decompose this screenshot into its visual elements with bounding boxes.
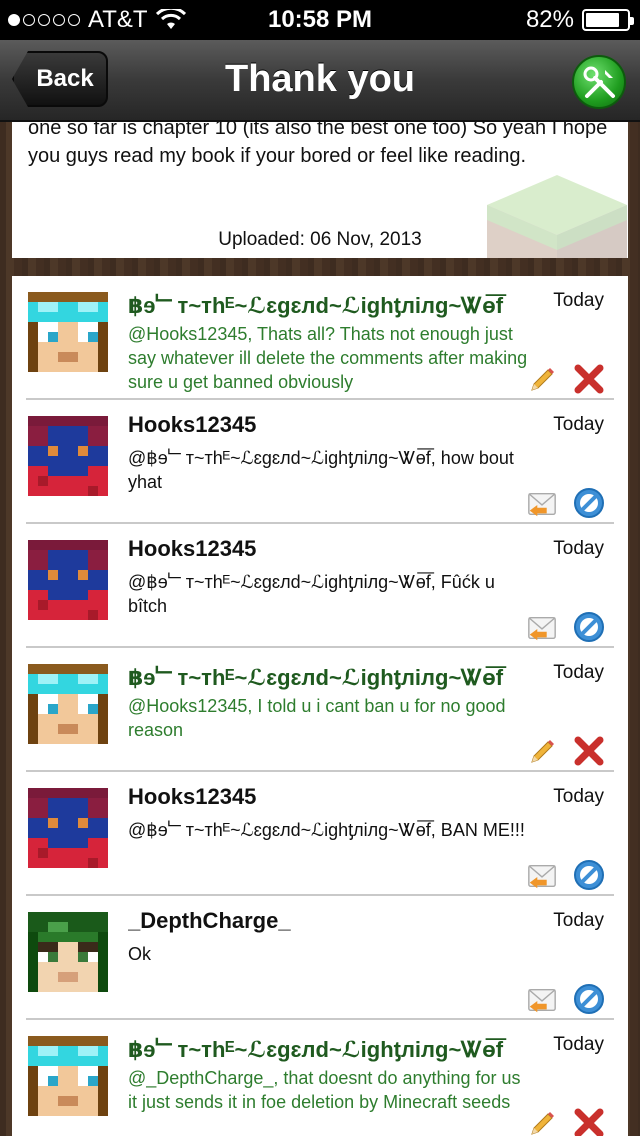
comment-row[interactable]: Hooks12345 Today @฿ɘ﹂ᴛ~ᴛhᴱ~ℒɛgɛлd~ℒighƫлiл… (12, 400, 628, 524)
comment-author[interactable]: ฿ɘ﹂ᴛ~ᴛhᴱ~ℒɛgɛлd~ℒighƫлiлg~Ꮤɵ͞f (128, 660, 538, 692)
comment-row[interactable]: ฿ɘ﹂ᴛ~ᴛhᴱ~ℒɛgɛлd~ℒighƫлiлg~Ꮤɵ͞f Today @Hook… (12, 276, 628, 400)
comment-author[interactable]: _DepthCharge_ (128, 908, 538, 934)
comment-text: @Hooks12345, I told u i cant ban u for n… (128, 696, 506, 740)
comment-row[interactable]: ฿ɘ﹂ᴛ~ᴛhᴱ~ℒɛgɛлd~ℒighƫлiлg~Ꮤɵ͞f Today @Hook… (12, 648, 628, 772)
comment-text: @Hooks12345, Thats all? Thats not enough… (128, 324, 528, 392)
navigation-bar: Back Thank you (0, 40, 640, 122)
reply-button[interactable] (526, 612, 558, 644)
block-button[interactable] (572, 486, 606, 520)
tools-icon (583, 66, 615, 98)
comment-time: Today (553, 662, 604, 683)
reply-button[interactable] (526, 860, 558, 892)
comment-author[interactable]: Hooks12345 (128, 784, 538, 810)
avatar[interactable] (28, 788, 108, 868)
edit-button[interactable] (526, 736, 558, 768)
comment-author[interactable]: ฿ɘ﹂ᴛ~ᴛhᴱ~ℒɛgɛлd~ℒighƫлiлg~Ꮤɵ͞f (128, 1032, 538, 1064)
comment-text: @฿ɘ﹂ᴛ~ᴛhᴱ~ℒɛgɛлd~ℒighƫлiлg~Ꮤɵ͞f, BAN ME!… (128, 820, 525, 840)
edit-icon (526, 1112, 558, 1136)
reply-button[interactable] (526, 488, 558, 520)
delete-button[interactable] (572, 734, 606, 768)
description-card: one so far is chapter 10 (its also the b… (12, 122, 628, 258)
avatar[interactable] (28, 1036, 108, 1116)
comment-text: @฿ɘ﹂ᴛ~ᴛhᴱ~ℒɛgɛлd~ℒighƫлiлg~Ꮤɵ͞f, how bou… (128, 448, 514, 492)
reply-button[interactable] (526, 984, 558, 1016)
block-button[interactable] (572, 858, 606, 892)
description-text: one so far is chapter 10 (its also the b… (28, 122, 608, 167)
comment-row[interactable]: ฿ɘ﹂ᴛ~ᴛhᴱ~ℒɛgɛлd~ℒighƫлiлg~Ꮤɵ͞f Today @_Dep… (12, 1020, 628, 1136)
comment-row[interactable]: _DepthCharge_ Today Ok (12, 896, 628, 1020)
delete-button[interactable] (572, 1106, 606, 1136)
comment-author[interactable]: Hooks12345 (128, 412, 538, 438)
avatar[interactable] (28, 292, 108, 372)
comment-author[interactable]: Hooks12345 (128, 536, 538, 562)
comment-text: @_DepthCharge_, that doesnt do anything … (128, 1068, 521, 1112)
battery-percent: 82% (525, 6, 574, 33)
battery-icon (582, 9, 634, 31)
page-title: Thank you (224, 58, 416, 100)
tools-button[interactable] (572, 55, 626, 109)
comment-time: Today (553, 910, 604, 931)
comment-time: Today (553, 1034, 604, 1055)
comment-text: Ok (128, 944, 152, 964)
comment-row[interactable]: Hooks12345 Today @฿ɘ﹂ᴛ~ᴛhᴱ~ℒɛgɛлd~ℒighƫлiл… (12, 772, 628, 896)
status-right: 82% (525, 6, 634, 34)
block-button[interactable] (572, 610, 606, 644)
avatar[interactable] (28, 912, 108, 992)
avatar[interactable] (28, 664, 108, 744)
upload-date: Uploaded: 06 Nov, 2013 (218, 229, 422, 250)
comment-text: @฿ɘ﹂ᴛ~ᴛhᴱ~ℒɛgɛлd~ℒighƫлiлg~Ꮤɵ͞f, Fûćk u … (128, 572, 495, 616)
comment-time: Today (553, 786, 604, 807)
comment-author[interactable]: ฿ɘ﹂ᴛ~ᴛhᴱ~ℒɛgɛлd~ℒighƫлiлg~Ꮤɵ͞f (128, 288, 538, 320)
status-bar: AT&T 10:58 PM 82% (0, 0, 640, 40)
avatar[interactable] (28, 416, 108, 496)
edit-button[interactable] (526, 364, 558, 396)
avatar[interactable] (28, 540, 108, 620)
comment-time: Today (553, 538, 604, 559)
comments-list[interactable]: ฿ɘ﹂ᴛ~ᴛhᴱ~ℒɛgɛлd~ℒighƫлiлg~Ꮤɵ͞f Today @Hook… (12, 276, 628, 1136)
comment-row[interactable]: Hooks12345 Today @฿ɘ﹂ᴛ~ᴛhᴱ~ℒɛgɛлd~ℒighƫлiл… (12, 524, 628, 648)
edit-button[interactable] (526, 1108, 558, 1136)
delete-button[interactable] (572, 362, 606, 396)
block-button[interactable] (572, 982, 606, 1016)
comment-time: Today (553, 414, 604, 435)
delete-icon (572, 1108, 606, 1136)
comment-time: Today (553, 290, 604, 311)
